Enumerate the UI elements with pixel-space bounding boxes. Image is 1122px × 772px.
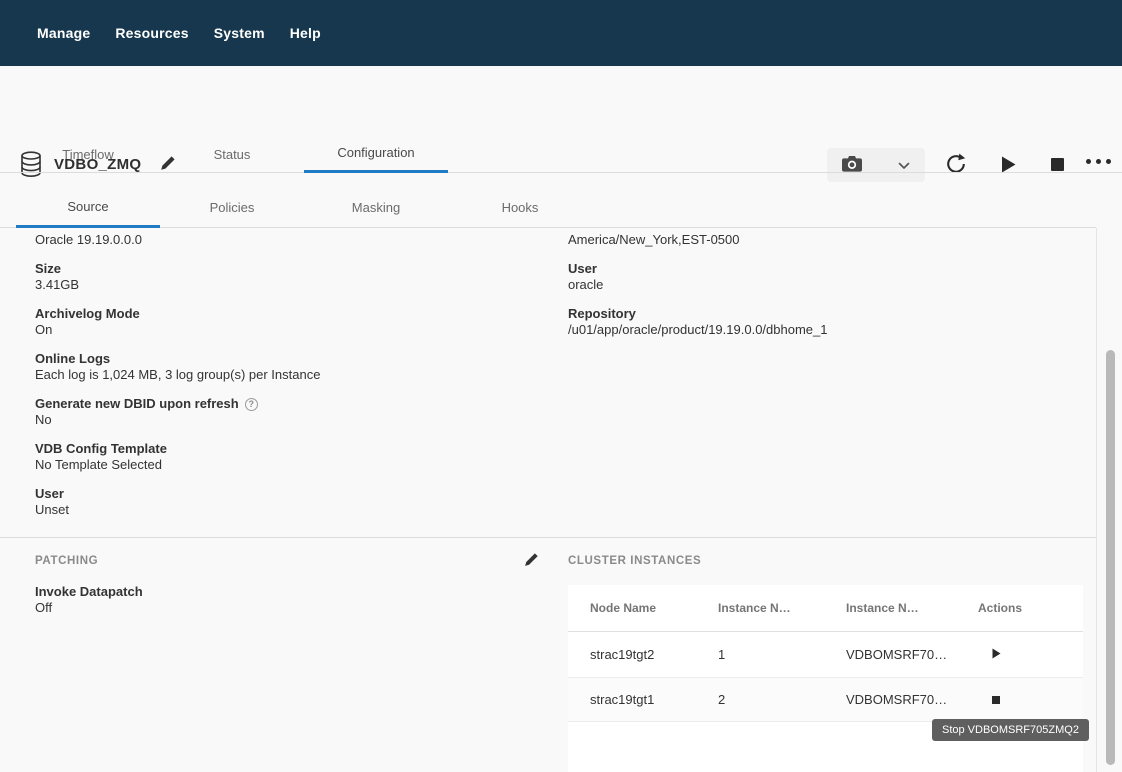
- column-instance-name: Instance N…: [846, 601, 978, 615]
- cluster-instances-table: Node Name Instance N… Instance N… Action…: [568, 585, 1083, 772]
- field-value: No Template Selected: [35, 457, 535, 473]
- section-divider: [0, 537, 1096, 538]
- stop-instance-tooltip: Stop VDBOMSRF705ZMQ2: [932, 719, 1089, 741]
- cell-node-name: strac19tgt2: [590, 647, 718, 662]
- field-invoke-datapatch: Invoke Datapatch Off: [35, 584, 143, 616]
- field-label: User: [568, 261, 1078, 277]
- cell-instance-name: VDBOMSRF70…: [846, 647, 978, 662]
- field-label: Online Logs: [35, 351, 535, 367]
- field-database-version: Oracle 19.19.0.0.0: [35, 232, 535, 248]
- instance-start-button[interactable]: [990, 645, 1003, 664]
- vertical-scrollbar-thumb[interactable]: [1106, 350, 1115, 765]
- field-generate-dbid: Generate new DBID upon refresh? No: [35, 396, 535, 428]
- source-details-right: America/New_York,EST-0500 User oracle Re…: [568, 232, 1078, 351]
- table-row: strac19tgt1 2 VDBOMSRF70…: [568, 678, 1083, 722]
- nav-item-help[interactable]: Help: [290, 25, 321, 41]
- subtab-masking[interactable]: Masking: [304, 173, 448, 228]
- field-vdb-config-template: VDB Config Template No Template Selected: [35, 441, 535, 473]
- pencil-icon: [524, 555, 539, 570]
- field-online-logs: Online Logs Each log is 1,024 MB, 3 log …: [35, 351, 535, 383]
- play-icon: [992, 647, 1001, 662]
- field-size: Size 3.41GB: [35, 261, 535, 293]
- field-value: Off: [35, 600, 143, 616]
- subtab-policies[interactable]: Policies: [160, 173, 304, 228]
- subtab-hooks[interactable]: Hooks: [448, 173, 592, 228]
- field-label: Invoke Datapatch: [35, 584, 143, 600]
- field-timezone: America/New_York,EST-0500: [568, 232, 1078, 248]
- nav-item-system[interactable]: System: [214, 25, 265, 41]
- field-label: Repository: [568, 306, 1078, 322]
- stop-icon: [992, 692, 1000, 707]
- column-instance-number: Instance N…: [718, 601, 846, 615]
- field-value: 3.41GB: [35, 277, 535, 293]
- field-user: User Unset: [35, 486, 535, 518]
- patching-fields: Invoke Datapatch Off: [35, 584, 143, 629]
- nav-item-manage[interactable]: Manage: [37, 25, 90, 41]
- instance-stop-button[interactable]: [990, 690, 1002, 709]
- field-label: User: [35, 486, 535, 502]
- cluster-instances-heading: CLUSTER INSTANCES: [568, 555, 701, 567]
- field-label: VDB Config Template: [35, 441, 535, 457]
- table-row: strac19tgt2 1 VDBOMSRF70…: [568, 632, 1083, 678]
- field-label: Archivelog Mode: [35, 306, 535, 322]
- patching-heading: PATCHING: [35, 555, 98, 567]
- help-icon[interactable]: ?: [245, 398, 258, 411]
- field-env-user: User oracle: [568, 261, 1078, 293]
- table-header-row: Node Name Instance N… Instance N… Action…: [568, 585, 1083, 632]
- field-value: Oracle 19.19.0.0.0: [35, 232, 535, 248]
- cell-instance-name: VDBOMSRF70…: [846, 692, 978, 707]
- source-details-left: Oracle 19.19.0.0.0 Size 3.41GB Archivelo…: [35, 232, 535, 531]
- column-actions: Actions: [978, 601, 1083, 615]
- cell-instance-number: 2: [718, 692, 846, 707]
- patching-edit-button[interactable]: [524, 552, 539, 570]
- tab-status[interactable]: Status: [160, 132, 304, 173]
- app-window: Manage Resources System Help VDBO_ZMQ: [0, 0, 1122, 772]
- subtab-source[interactable]: Source: [16, 173, 160, 228]
- column-node-name: Node Name: [590, 601, 718, 615]
- field-value: /u01/app/oracle/product/19.19.0.0/dbhome…: [568, 322, 1078, 338]
- field-value: Unset: [35, 502, 535, 518]
- field-value: No: [35, 412, 535, 428]
- tab-configuration[interactable]: Configuration: [304, 132, 448, 173]
- field-label: Generate new DBID upon refresh: [35, 396, 239, 411]
- cell-node-name: strac19tgt1: [590, 692, 718, 707]
- main-tabs: Timeflow Status Configuration: [0, 132, 1122, 173]
- field-label: Size: [35, 261, 535, 277]
- cell-instance-number: 1: [718, 647, 846, 662]
- field-value: oracle: [568, 277, 1078, 293]
- nav-item-resources[interactable]: Resources: [115, 25, 188, 41]
- field-archivelog-mode: Archivelog Mode On: [35, 306, 535, 338]
- page-header: VDBO_ZMQ: [0, 66, 1122, 132]
- field-value: On: [35, 322, 535, 338]
- tab-timeflow[interactable]: Timeflow: [16, 132, 160, 173]
- field-repository: Repository /u01/app/oracle/product/19.19…: [568, 306, 1078, 338]
- config-subtabs: Source Policies Masking Hooks: [0, 173, 1096, 228]
- top-nav: Manage Resources System Help: [0, 0, 1122, 66]
- field-value: America/New_York,EST-0500: [568, 232, 1078, 248]
- scroll-gutter-border: [1096, 228, 1097, 772]
- field-value: Each log is 1,024 MB, 3 log group(s) per…: [35, 367, 535, 383]
